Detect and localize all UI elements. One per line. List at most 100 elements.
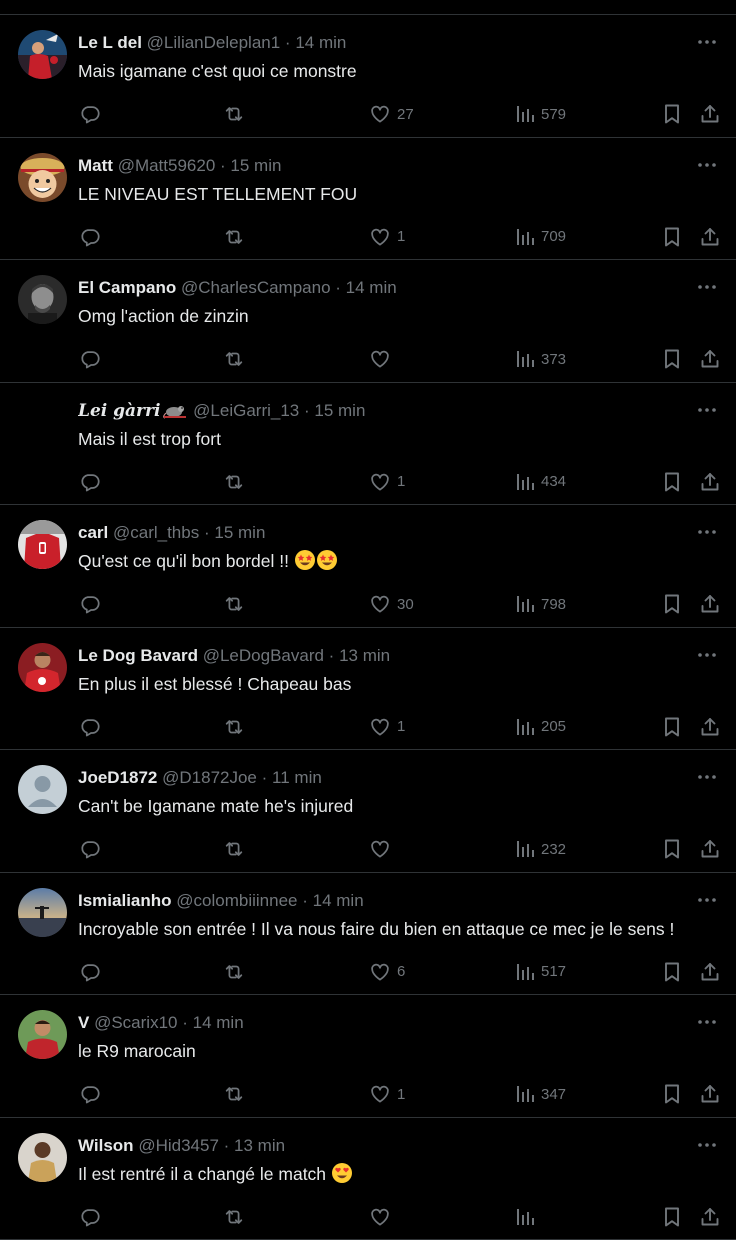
more-options-icon[interactable] bbox=[696, 646, 718, 664]
tweet[interactable]: Matt @Matt59620 · 15 minLE NIVEAU EST TE… bbox=[0, 138, 736, 261]
more-options-icon[interactable] bbox=[696, 278, 718, 296]
more-options-icon[interactable] bbox=[696, 401, 718, 419]
user-handle[interactable]: @colombiiinnee bbox=[176, 891, 297, 910]
avatar[interactable] bbox=[18, 765, 67, 814]
display-name[interactable]: Wilson bbox=[78, 1136, 134, 1155]
display-name[interactable]: Le L del bbox=[78, 33, 142, 52]
tweet[interactable]: Lei gàrri @LeiGarri_13 · 15 minMais il e… bbox=[0, 383, 736, 506]
bookmark-button[interactable] bbox=[662, 957, 682, 987]
retweet-button[interactable] bbox=[222, 589, 252, 619]
display-name[interactable]: V bbox=[78, 1013, 89, 1032]
more-options-icon[interactable] bbox=[696, 1136, 718, 1154]
display-name[interactable]: Ismialianho bbox=[78, 891, 172, 910]
reply-button[interactable] bbox=[79, 344, 107, 374]
share-button[interactable] bbox=[699, 467, 721, 497]
views-button[interactable]: 205 bbox=[515, 712, 566, 742]
timestamp[interactable]: 11 min bbox=[272, 768, 322, 787]
share-button[interactable] bbox=[699, 222, 721, 252]
reply-button[interactable] bbox=[79, 99, 107, 129]
user-handle[interactable]: @Scarix10 bbox=[94, 1013, 177, 1032]
share-button[interactable] bbox=[699, 1202, 721, 1232]
views-button[interactable]: 434 bbox=[515, 467, 566, 497]
avatar[interactable] bbox=[18, 30, 67, 79]
tweet[interactable]: Ismialianho @colombiiinnee · 14 minIncro… bbox=[0, 873, 736, 996]
views-button[interactable]: 709 bbox=[515, 222, 566, 252]
reply-button[interactable] bbox=[79, 1079, 107, 1109]
like-button[interactable] bbox=[369, 1202, 397, 1232]
display-name[interactable]: Le Dog Bavard bbox=[78, 646, 198, 665]
retweet-button[interactable] bbox=[222, 222, 252, 252]
avatar[interactable] bbox=[18, 153, 67, 202]
views-button[interactable]: 798 bbox=[515, 589, 566, 619]
tweet[interactable]: JoeD1872 @D1872Joe · 11 minCan't be Igam… bbox=[0, 750, 736, 873]
user-handle[interactable]: @Matt59620 bbox=[118, 156, 216, 175]
retweet-button[interactable] bbox=[222, 712, 252, 742]
timestamp[interactable]: 14 min bbox=[295, 33, 346, 52]
views-button[interactable]: 373 bbox=[515, 344, 566, 374]
share-button[interactable] bbox=[699, 344, 721, 374]
avatar[interactable] bbox=[18, 1010, 67, 1059]
display-name[interactable]: JoeD1872 bbox=[78, 768, 157, 787]
views-button[interactable] bbox=[515, 1202, 541, 1232]
reply-button[interactable] bbox=[79, 589, 107, 619]
timestamp[interactable]: 13 min bbox=[339, 646, 390, 665]
user-handle[interactable]: @LeDogBavard bbox=[203, 646, 324, 665]
tweet[interactable]: carl @carl_thbs · 15 minQu'est ce qu'il … bbox=[0, 505, 736, 628]
reply-button[interactable] bbox=[79, 957, 107, 987]
more-options-icon[interactable] bbox=[696, 1013, 718, 1031]
retweet-button[interactable] bbox=[222, 344, 252, 374]
retweet-button[interactable] bbox=[222, 99, 252, 129]
reply-button[interactable] bbox=[79, 1202, 107, 1232]
avatar[interactable] bbox=[18, 275, 67, 324]
user-handle[interactable]: @CharlesCampano bbox=[181, 278, 331, 297]
share-button[interactable] bbox=[699, 589, 721, 619]
retweet-button[interactable] bbox=[222, 834, 252, 864]
display-name[interactable]: El Campano bbox=[78, 278, 176, 297]
retweet-button[interactable] bbox=[222, 1202, 252, 1232]
tweet[interactable]: V @Scarix10 · 14 minle R9 marocain1347 bbox=[0, 995, 736, 1118]
user-handle[interactable]: @D1872Joe bbox=[162, 768, 257, 787]
share-button[interactable] bbox=[699, 99, 721, 129]
like-button[interactable]: 27 bbox=[369, 99, 414, 129]
user-handle[interactable]: @LeiGarri_13 bbox=[193, 401, 299, 420]
bookmark-button[interactable] bbox=[662, 467, 682, 497]
timestamp[interactable]: 15 min bbox=[214, 523, 265, 542]
share-button[interactable] bbox=[699, 834, 721, 864]
share-button[interactable] bbox=[699, 712, 721, 742]
timestamp[interactable]: 14 min bbox=[313, 891, 364, 910]
like-button[interactable]: 6 bbox=[369, 957, 405, 987]
more-options-icon[interactable] bbox=[696, 523, 718, 541]
retweet-button[interactable] bbox=[222, 1079, 252, 1109]
timestamp[interactable]: 15 min bbox=[314, 401, 365, 420]
more-options-icon[interactable] bbox=[696, 891, 718, 909]
bookmark-button[interactable] bbox=[662, 589, 682, 619]
more-options-icon[interactable] bbox=[696, 33, 718, 51]
reply-button[interactable] bbox=[79, 712, 107, 742]
bookmark-button[interactable] bbox=[662, 99, 682, 129]
reply-button[interactable] bbox=[79, 834, 107, 864]
display-name[interactable]: Matt bbox=[78, 156, 113, 175]
tweet[interactable]: Le Dog Bavard @LeDogBavard · 13 minEn pl… bbox=[0, 628, 736, 751]
reply-button[interactable] bbox=[79, 222, 107, 252]
views-button[interactable]: 579 bbox=[515, 99, 566, 129]
bookmark-button[interactable] bbox=[662, 1079, 682, 1109]
bookmark-button[interactable] bbox=[662, 1202, 682, 1232]
share-button[interactable] bbox=[699, 957, 721, 987]
tweet[interactable]: El Campano @CharlesCampano · 14 minOmg l… bbox=[0, 260, 736, 383]
more-options-icon[interactable] bbox=[696, 156, 718, 174]
like-button[interactable]: 30 bbox=[369, 589, 414, 619]
bookmark-button[interactable] bbox=[662, 712, 682, 742]
display-name[interactable]: Lei gàrri bbox=[78, 401, 160, 421]
display-name[interactable]: carl bbox=[78, 523, 108, 542]
timestamp[interactable]: 14 min bbox=[346, 278, 397, 297]
timestamp[interactable]: 15 min bbox=[230, 156, 281, 175]
tweet[interactable]: Le L del @LilianDeleplan1 · 14 minMais i… bbox=[0, 15, 736, 138]
bookmark-button[interactable] bbox=[662, 344, 682, 374]
like-button[interactable]: 1 bbox=[369, 712, 405, 742]
views-button[interactable]: 232 bbox=[515, 834, 566, 864]
views-button[interactable]: 347 bbox=[515, 1079, 566, 1109]
user-handle[interactable]: @carl_thbs bbox=[113, 523, 199, 542]
avatar[interactable] bbox=[18, 520, 67, 569]
like-button[interactable]: 1 bbox=[369, 1079, 405, 1109]
avatar[interactable] bbox=[18, 398, 67, 447]
